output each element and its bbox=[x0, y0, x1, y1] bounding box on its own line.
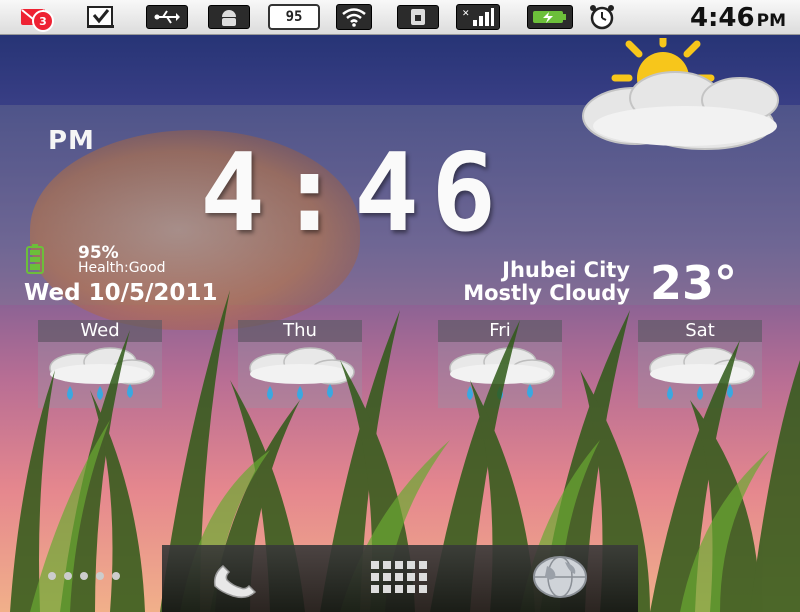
status-bar: 3 95 ✕ 4:46 PM bbox=[0, 0, 800, 35]
forecast-day-label: Thu bbox=[238, 320, 362, 342]
sun-behind-cloud-icon[interactable] bbox=[555, 38, 795, 163]
rain-cloud-icon bbox=[49, 347, 155, 400]
forecast-day-fri[interactable]: Fri bbox=[438, 320, 562, 408]
phone-icon[interactable] bbox=[207, 556, 273, 600]
battery-icon bbox=[26, 244, 44, 274]
forecast-day-label: Wed bbox=[38, 320, 162, 342]
usb-icon[interactable] bbox=[146, 4, 188, 30]
charging-battery-icon bbox=[527, 4, 573, 30]
rain-cloud-icon bbox=[449, 347, 555, 400]
svg-text:✕: ✕ bbox=[462, 9, 470, 19]
forecast-day-thu[interactable]: Thu bbox=[238, 320, 362, 408]
notification-count-badge: 3 bbox=[32, 10, 54, 32]
rain-cloud-icon bbox=[249, 347, 355, 400]
sim-card-icon bbox=[397, 4, 439, 30]
wifi-icon[interactable] bbox=[336, 4, 372, 30]
status-bar-clock: 4:46 PM bbox=[689, 3, 786, 33]
forecast-day-label: Fri bbox=[438, 320, 562, 342]
forecast-day-sat[interactable]: Sat bbox=[638, 320, 762, 408]
app-drawer-icon[interactable] bbox=[367, 557, 433, 601]
battery-health: Health:Good bbox=[78, 260, 166, 276]
weather-condition: Mostly Cloudy bbox=[463, 281, 630, 305]
forecast-day-label: Sat bbox=[638, 320, 762, 342]
forecast-day-wed[interactable]: Wed bbox=[38, 320, 162, 408]
download-complete-icon[interactable] bbox=[86, 4, 116, 30]
weather-city: Jhubei City bbox=[502, 258, 630, 282]
clock-date[interactable]: Wed 10/5/2011 bbox=[24, 280, 217, 306]
page-indicator-dots[interactable] bbox=[46, 569, 126, 583]
rain-cloud-icon bbox=[649, 347, 755, 400]
clock-ampm: PM bbox=[48, 126, 95, 156]
android-debug-icon[interactable] bbox=[208, 4, 250, 30]
clock-time[interactable]: 4:46 bbox=[200, 140, 508, 248]
signal-bars-icon: ✕ bbox=[456, 4, 500, 30]
browser-globe-icon[interactable] bbox=[525, 552, 595, 602]
weather-temperature: 23° bbox=[650, 256, 738, 310]
battery-level-icon: 95 bbox=[268, 4, 320, 30]
alarm-clock-icon[interactable] bbox=[587, 4, 617, 30]
